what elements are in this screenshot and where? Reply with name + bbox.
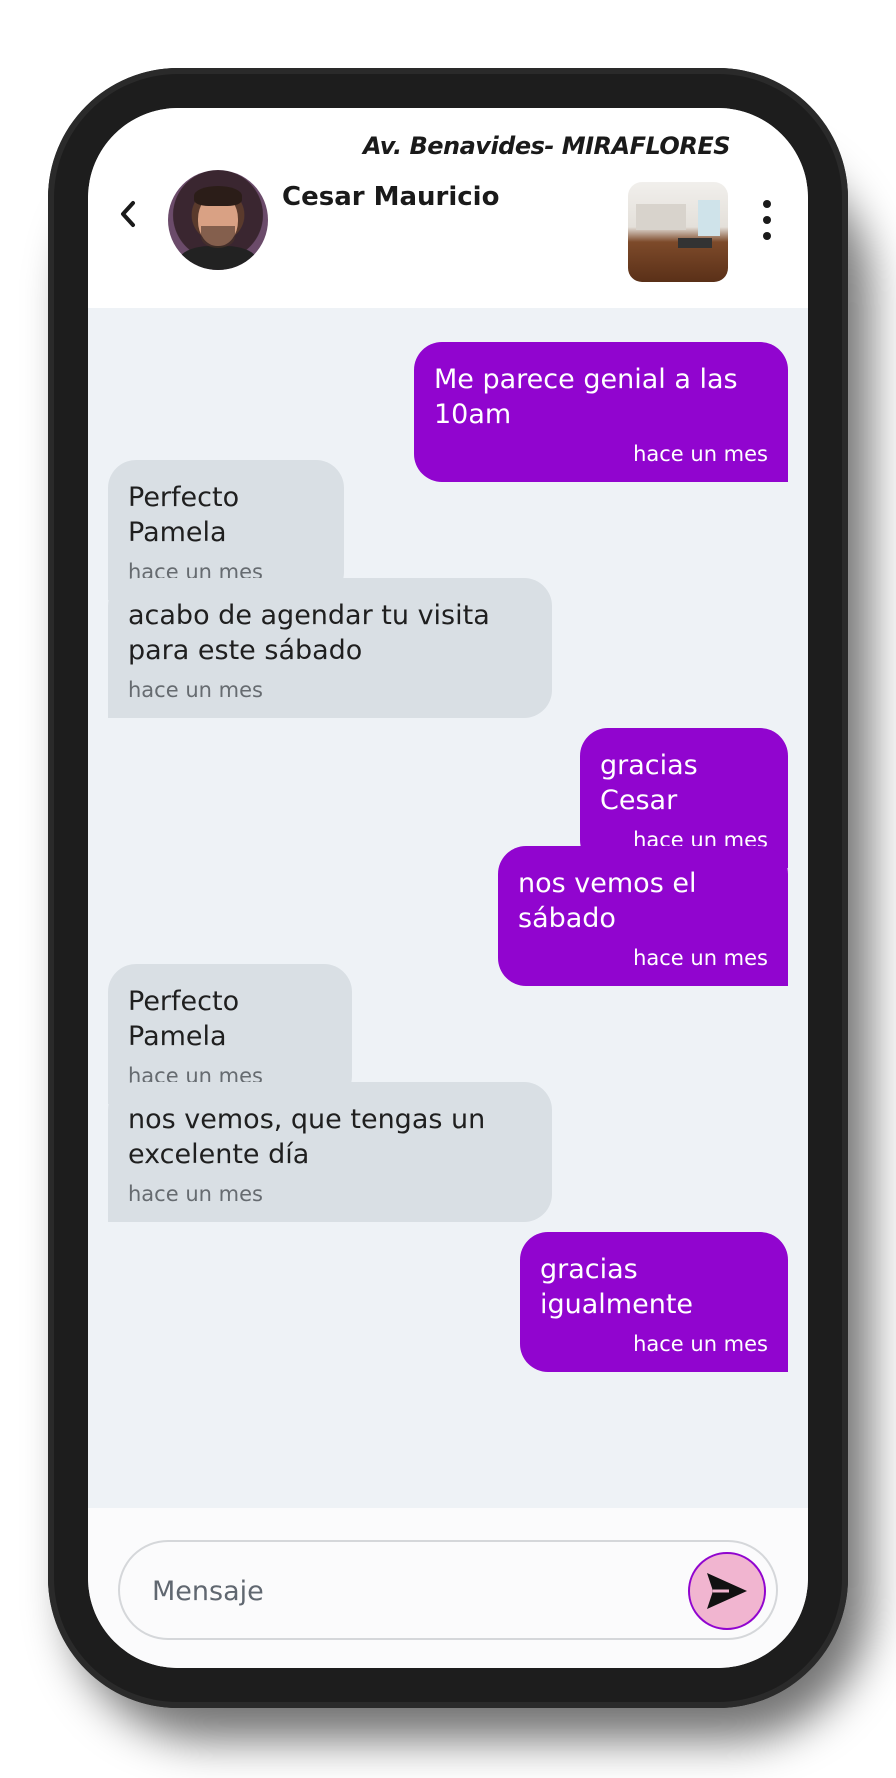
property-address: Av. Benavides- MIRAFLORES — [363, 132, 730, 160]
phone-frame: Av. Benavides- MIRAFLORES Cesar Mauricio — [48, 68, 848, 1708]
contact-name[interactable]: Cesar Mauricio — [282, 182, 499, 212]
message-text: nos vemos el sábado — [518, 868, 697, 934]
message-bubble-incoming: nos vemos, que tengas un excelente día h… — [108, 1082, 552, 1222]
message-text: Perfecto Pamela — [128, 482, 240, 548]
chevron-left-icon — [121, 201, 135, 227]
message-input[interactable] — [150, 1566, 654, 1616]
message-text: acabo de agendar tu visita para este sáb… — [128, 600, 490, 666]
message-time: hace un mes — [633, 1332, 768, 1356]
message-text: Perfecto Pamela — [128, 986, 240, 1052]
message-time: hace un mes — [633, 946, 768, 970]
message-text: nos vemos, que tengas un excelente día — [128, 1104, 486, 1170]
back-button[interactable] — [112, 194, 144, 234]
message-text: gracias igualmente — [540, 1254, 694, 1320]
message-composer — [88, 1508, 808, 1668]
message-time: hace un mes — [633, 442, 768, 466]
message-bubble-outgoing: nos vemos el sábado hace un mes — [498, 846, 788, 986]
message-bubble-incoming: acabo de agendar tu visita para este sáb… — [108, 578, 552, 718]
message-bubble-outgoing: gracias igualmente hace un mes — [520, 1232, 788, 1372]
message-time: hace un mes — [128, 678, 263, 702]
property-thumbnail[interactable] — [628, 182, 728, 282]
more-vertical-icon[interactable] — [760, 200, 774, 240]
send-button[interactable] — [688, 1552, 766, 1630]
send-icon — [707, 1573, 747, 1609]
chat-screen: Av. Benavides- MIRAFLORES Cesar Mauricio — [88, 108, 808, 1668]
message-text: gracias Cesar — [600, 750, 698, 816]
chat-header: Av. Benavides- MIRAFLORES Cesar Mauricio — [88, 108, 808, 308]
message-text: Me parece genial a las 10am — [434, 364, 738, 430]
contact-avatar[interactable] — [168, 170, 268, 270]
message-time: hace un mes — [128, 1182, 263, 1206]
message-list: Me parece genial a las 10am hace un mes … — [88, 308, 808, 1508]
message-bubble-outgoing: Me parece genial a las 10am hace un mes — [414, 342, 788, 482]
message-input-container — [118, 1540, 778, 1640]
